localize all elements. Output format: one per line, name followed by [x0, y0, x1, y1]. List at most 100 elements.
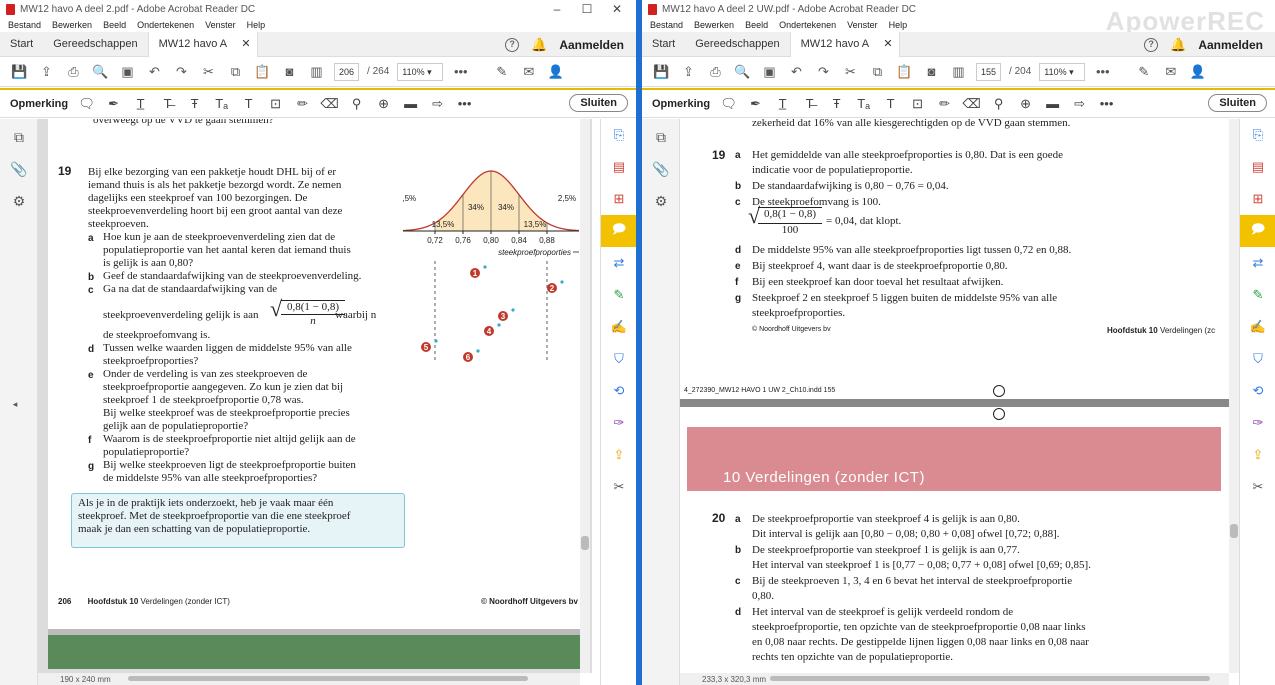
add-text-icon[interactable]: T: [240, 95, 257, 112]
replace-text-icon[interactable]: Ŧ: [186, 95, 203, 112]
save-icon[interactable]: 💾: [10, 62, 29, 81]
tab-start[interactable]: Start: [0, 32, 43, 57]
page-number-input[interactable]: 155: [976, 62, 1002, 81]
stamp-icon[interactable]: ⚲: [348, 95, 365, 112]
cut-icon[interactable]: ✂: [199, 62, 218, 81]
strikethrough-icon[interactable]: T̶: [801, 95, 818, 112]
menu-help[interactable]: Help: [889, 20, 908, 30]
highlight-icon[interactable]: ✒: [747, 95, 764, 112]
comment-tool-icon[interactable]: 🗩: [1240, 215, 1275, 247]
menu-bestand[interactable]: Bestand: [8, 20, 41, 30]
menu-bestand[interactable]: Bestand: [650, 20, 683, 30]
collapse-left-icon[interactable]: ◂: [6, 399, 24, 417]
create-pdf-icon[interactable]: ⊞: [1240, 183, 1275, 215]
paste-icon[interactable]: 📋: [253, 62, 272, 81]
attach-icon[interactable]: ⊕: [375, 95, 392, 112]
pages-icon[interactable]: ▥: [307, 62, 326, 81]
horizontal-scrollbar[interactable]: 190 x 240 mm: [38, 673, 580, 685]
protect-icon[interactable]: ⛉: [601, 343, 636, 375]
maximize-button[interactable]: ☐: [572, 0, 602, 18]
menu-help[interactable]: Help: [247, 20, 266, 30]
tab-tools[interactable]: Gereedschappen: [685, 32, 789, 57]
send-sign-icon[interactable]: ✑: [1240, 407, 1275, 439]
redo-icon[interactable]: ↷: [172, 62, 191, 81]
add-person-icon[interactable]: 👤: [1188, 62, 1207, 81]
attachments-icon[interactable]: 📎: [10, 161, 28, 179]
text-box-icon[interactable]: ⊡: [267, 95, 284, 112]
send-sign-icon[interactable]: ✑: [601, 407, 636, 439]
mail-icon[interactable]: ✉: [1161, 62, 1180, 81]
zoom-select[interactable]: 110% ▾: [397, 62, 444, 81]
replace-text-icon[interactable]: Ŧ: [828, 95, 845, 112]
scan-icon[interactable]: ⟲: [1240, 375, 1275, 407]
close-tab-icon[interactable]: ✕: [241, 32, 250, 57]
print-icon[interactable]: ⎙: [706, 62, 725, 81]
upload-icon[interactable]: ⇪: [679, 62, 698, 81]
cut-icon[interactable]: ✂: [841, 62, 860, 81]
scroll-thumb[interactable]: [1230, 524, 1238, 538]
select-file-icon[interactable]: ▣: [118, 62, 137, 81]
close-comment-button[interactable]: Sluiten: [569, 94, 628, 112]
share-icon[interactable]: ⇪: [601, 439, 636, 471]
zoom-search-icon[interactable]: 🔍: [91, 62, 110, 81]
attachments-icon[interactable]: 📎: [652, 161, 670, 179]
vertical-scrollbar[interactable]: [580, 119, 590, 673]
copy-icon[interactable]: ⧉: [226, 62, 245, 81]
scan-icon[interactable]: ⟲: [601, 375, 636, 407]
hscroll-thumb[interactable]: [770, 676, 1210, 681]
hscroll-thumb[interactable]: [128, 676, 528, 681]
more-icon[interactable]: •••: [451, 62, 470, 81]
close-window-button[interactable]: ✕: [602, 0, 632, 18]
thumbnails-icon[interactable]: ⧉: [10, 129, 28, 147]
pencil-icon[interactable]: ✏: [936, 95, 953, 112]
fill-sign-icon[interactable]: ✍: [1240, 311, 1275, 343]
horizontal-scrollbar[interactable]: 233,3 x 320,3 mm: [680, 673, 1229, 685]
more-icon[interactable]: •••: [1093, 62, 1112, 81]
combine-icon[interactable]: ⇄: [1240, 247, 1275, 279]
add-text-icon[interactable]: T: [882, 95, 899, 112]
combine-icon[interactable]: ⇄: [601, 247, 636, 279]
tab-tools[interactable]: Gereedschappen: [43, 32, 147, 57]
underline-text-icon[interactable]: T̲: [774, 95, 791, 112]
zoom-select[interactable]: 110% ▾: [1039, 62, 1086, 81]
more-tools-icon[interactable]: ✂: [1240, 471, 1275, 503]
menu-ondertekenen[interactable]: Ondertekenen: [137, 20, 194, 30]
eraser-icon[interactable]: ⌫: [962, 95, 980, 112]
help-icon[interactable]: ?: [505, 37, 520, 52]
edit-pdf-icon[interactable]: ✎: [1240, 279, 1275, 311]
organize-icon[interactable]: ▤: [1240, 151, 1275, 183]
menu-beeld[interactable]: Beeld: [745, 20, 768, 30]
line-icon[interactable]: ▬: [402, 95, 419, 112]
menu-bewerken[interactable]: Bewerken: [694, 20, 734, 30]
arrow-icon[interactable]: ⇨: [1071, 95, 1088, 112]
redo-icon[interactable]: ↷: [814, 62, 833, 81]
scroll-thumb[interactable]: [581, 536, 589, 550]
stamp-icon[interactable]: ⚲: [990, 95, 1007, 112]
comment-tool-icon[interactable]: 🗩: [601, 215, 636, 247]
more-tools-icon[interactable]: ✂: [601, 471, 636, 503]
help-icon[interactable]: ?: [1144, 37, 1159, 52]
protect-icon[interactable]: ⛉: [1240, 343, 1275, 375]
vertical-scrollbar[interactable]: [1229, 119, 1239, 673]
page-number-input[interactable]: 206: [334, 62, 360, 81]
close-comment-button[interactable]: Sluiten: [1208, 94, 1267, 112]
bell-icon[interactable]: 🔔: [531, 37, 547, 53]
edit-pdf-icon[interactable]: ✎: [601, 279, 636, 311]
insert-text-icon[interactable]: Tₐ: [855, 95, 872, 112]
undo-icon[interactable]: ↶: [145, 62, 164, 81]
tab-start[interactable]: Start: [642, 32, 685, 57]
tags-icon[interactable]: ⚙: [652, 193, 670, 211]
line-icon[interactable]: ▬: [1044, 95, 1061, 112]
more-comment-icon[interactable]: •••: [456, 95, 473, 112]
snapshot-icon[interactable]: ◙: [922, 62, 941, 81]
print-icon[interactable]: ⎙: [64, 62, 83, 81]
thumbnails-icon[interactable]: ⧉: [652, 129, 670, 147]
sign-in-button[interactable]: Aanmelden: [559, 38, 624, 52]
export-pdf-icon[interactable]: ⎘: [1240, 119, 1275, 151]
undo-icon[interactable]: ↶: [787, 62, 806, 81]
save-icon[interactable]: 💾: [652, 62, 671, 81]
paste-icon[interactable]: 📋: [895, 62, 914, 81]
menu-bewerken[interactable]: Bewerken: [52, 20, 92, 30]
organize-icon[interactable]: ▤: [601, 151, 636, 183]
strikethrough-icon[interactable]: T̶: [159, 95, 176, 112]
